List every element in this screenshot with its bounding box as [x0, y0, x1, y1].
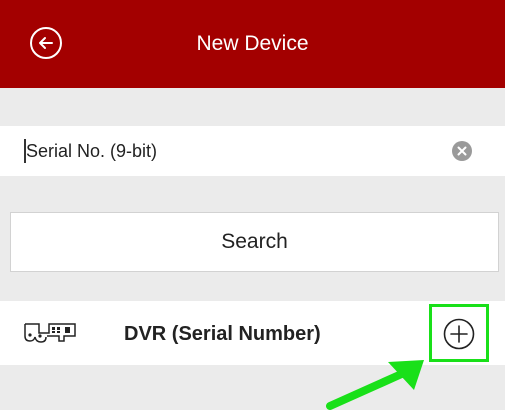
text-cursor	[24, 139, 26, 163]
serial-input-row	[0, 126, 505, 176]
device-type-label: DVR (Serial Number)	[124, 323, 321, 345]
plus-circle-icon[interactable]	[443, 318, 475, 350]
clear-input-button[interactable]	[452, 141, 472, 161]
page-title: New Device	[196, 32, 309, 55]
serial-number-input[interactable]	[22, 126, 426, 176]
green-arrow-icon	[326, 360, 424, 410]
dvr-icon	[24, 323, 76, 343]
clear-circle-icon	[457, 146, 467, 156]
new-device-screen: New Device Search DVR (Serial Number)	[0, 0, 505, 410]
header-bar: New Device	[0, 0, 505, 88]
search-button[interactable]: Search	[10, 212, 499, 272]
